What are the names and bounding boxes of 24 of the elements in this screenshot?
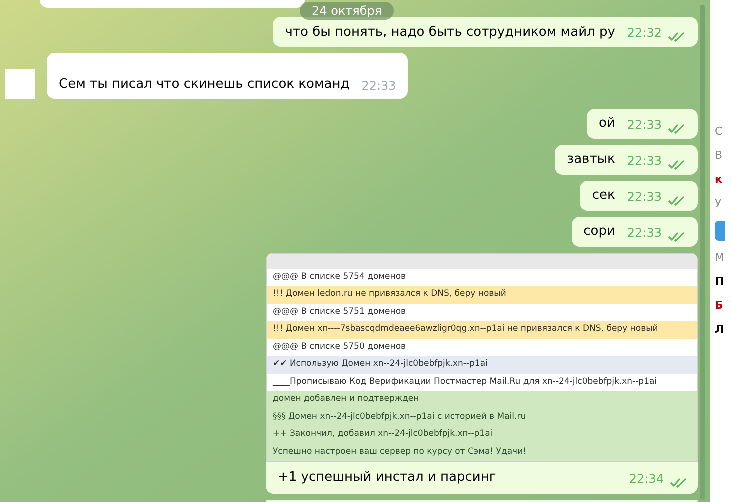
message-time: 22:34 xyxy=(629,470,664,488)
date-badge: 24 октября xyxy=(300,2,394,20)
panel-text: П xyxy=(715,275,726,289)
panel-text: В xyxy=(715,149,724,163)
panel-text: С xyxy=(715,125,724,139)
panel-text: Б xyxy=(715,299,724,313)
message-text: ой xyxy=(599,115,616,133)
message-text: сек xyxy=(592,187,616,205)
message-time: 22:32 xyxy=(627,25,662,42)
panel-text: Л xyxy=(715,323,726,337)
message-text: что бы понять, надо быть сотрудником майл ру xyxy=(285,24,616,42)
message-time: 22:33 xyxy=(627,188,662,206)
message-text: Сем ты писал что скинешь список команд xyxy=(59,76,350,94)
panel-text: к xyxy=(715,173,724,187)
message-time: 22:33 xyxy=(362,78,396,94)
message-time: 22:33 xyxy=(627,224,662,242)
message-text: завтык xyxy=(567,151,616,169)
button[interactable] xyxy=(715,221,725,241)
message-text: сори xyxy=(584,223,616,241)
message-text: +1 успешный инстал и парсинг xyxy=(278,469,498,487)
message-time: 22:33 xyxy=(627,116,662,134)
message-time: 22:33 xyxy=(627,152,662,170)
panel-text: У xyxy=(715,197,723,211)
panel-text: М xyxy=(715,251,726,265)
